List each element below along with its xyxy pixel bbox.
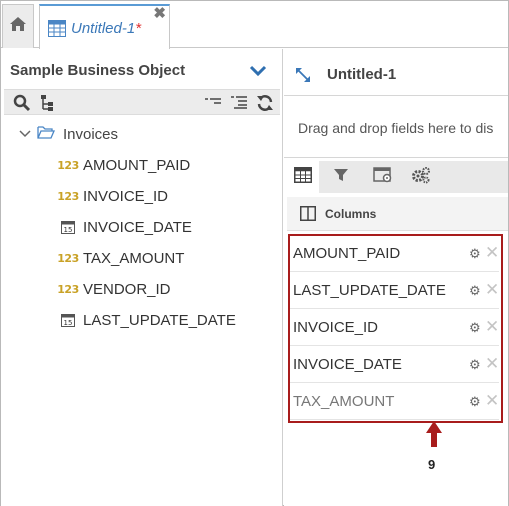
field-vendor-id[interactable]: 123 VENDOR_ID — [57, 279, 171, 299]
data-source-panel: Sample Business Object Invoices 123 AMOU… — [1, 49, 283, 506]
columns-section-header: Columns — [287, 197, 508, 231]
number-type-glyph: 123 — [57, 189, 79, 203]
divider — [284, 95, 508, 96]
column-name: INVOICE_ID — [293, 319, 379, 336]
tree-view-icon[interactable] — [39, 94, 55, 117]
filter-icon — [333, 167, 349, 188]
collapse-all-icon[interactable] — [204, 96, 222, 114]
field-tax-amount[interactable]: 123 TAX_AMOUNT — [57, 248, 185, 268]
home-tab[interactable] — [2, 4, 34, 48]
field-invoice-id[interactable]: 123 INVOICE_ID — [57, 186, 169, 206]
column-row[interactable]: LAST_UPDATE_DATE ⚙ ✕ — [289, 272, 499, 309]
gear-icon[interactable]: ⚙ — [469, 358, 481, 371]
remove-column-icon[interactable]: ✕ — [485, 355, 499, 372]
tab-title: Untitled-1* — [71, 20, 141, 37]
tree-node-invoices[interactable]: Invoices — [19, 124, 118, 144]
layout-tabs — [287, 161, 508, 193]
column-name: LAST_UPDATE_DATE — [293, 282, 446, 299]
gear-icon[interactable]: ⚙ — [469, 284, 481, 297]
gear-icon[interactable]: ⚙ — [469, 247, 481, 260]
chevron-down-icon[interactable] — [249, 64, 267, 82]
settings-window-icon — [373, 166, 393, 188]
report-title: Untitled-1 — [327, 66, 397, 83]
field-label: TAX_AMOUNT — [83, 249, 185, 267]
tab-filter[interactable] — [325, 161, 357, 193]
number-type-glyph: 123 — [57, 282, 79, 296]
drop-zone-hint: Drag and drop fields here to dis — [298, 120, 494, 136]
calendar-icon: 15 — [59, 313, 77, 327]
modified-indicator: * — [135, 20, 142, 37]
tab-untitled-1[interactable]: Untitled-1* ✖ — [39, 4, 170, 49]
remove-column-icon[interactable]: ✕ — [485, 318, 499, 335]
tab-strip: Untitled-1* ✖ — [1, 1, 508, 49]
number-type-glyph: 123 — [57, 251, 79, 265]
column-name: TAX_AMOUNT — [293, 393, 395, 410]
panel-toolbar — [4, 89, 280, 115]
number-type-icon: 123 — [57, 282, 79, 296]
tab-title-text: Untitled-1 — [71, 20, 136, 37]
chevron-down-icon[interactable] — [19, 125, 33, 143]
tree-node-label: Invoices — [63, 125, 119, 143]
field-last-update-date[interactable]: 15 LAST_UPDATE_DATE — [59, 310, 236, 330]
gear-icon[interactable]: ⚙ — [469, 321, 481, 334]
table-icon — [294, 166, 312, 188]
close-tab-icon[interactable]: ✖ — [153, 6, 166, 21]
calendar-icon: 15 — [59, 220, 77, 234]
column-row[interactable]: AMOUNT_PAID ⚙ ✕ — [289, 235, 499, 272]
column-name: INVOICE_DATE — [293, 356, 402, 373]
field-label: AMOUNT_PAID — [83, 156, 191, 174]
divider — [284, 157, 508, 158]
date-type-glyph: 15 — [64, 319, 73, 327]
refresh-icon[interactable] — [256, 94, 274, 117]
tab-table[interactable] — [287, 161, 319, 193]
field-invoice-date[interactable]: 15 INVOICE_DATE — [59, 217, 192, 237]
field-label: INVOICE_DATE — [83, 218, 192, 236]
column-row[interactable]: INVOICE_ID ⚙ ✕ — [289, 309, 499, 346]
field-amount-paid[interactable]: 123 AMOUNT_PAID — [57, 155, 191, 175]
tab-properties[interactable] — [367, 161, 399, 193]
expand-icon[interactable] — [294, 66, 312, 89]
number-type-icon: 123 — [57, 158, 79, 172]
report-panel: Untitled-1 Drag and drop fields here to … — [284, 49, 508, 506]
column-row[interactable]: INVOICE_DATE ⚙ ✕ — [289, 346, 499, 383]
field-label: INVOICE_ID — [83, 187, 169, 205]
search-icon[interactable] — [13, 94, 31, 117]
number-type-icon: 123 — [57, 251, 79, 265]
business-object-title: Sample Business Object — [10, 62, 186, 79]
column-name: AMOUNT_PAID — [293, 245, 401, 262]
home-icon — [9, 16, 27, 37]
tab-advanced[interactable] — [405, 161, 437, 193]
expand-all-icon[interactable] — [230, 95, 248, 114]
columns-icon — [300, 206, 316, 226]
folder-open-icon — [37, 125, 55, 144]
gears-icon — [410, 166, 432, 189]
callout-arrow-icon — [423, 419, 445, 454]
column-row[interactable]: TAX_AMOUNT ⚙ ✕ — [289, 383, 499, 420]
remove-column-icon[interactable]: ✕ — [485, 281, 499, 298]
panel-header: Sample Business Object — [1, 62, 283, 82]
number-type-glyph: 123 — [57, 158, 79, 172]
columns-label: Columns — [325, 207, 377, 221]
gear-icon[interactable]: ⚙ — [469, 395, 481, 408]
report-grid-icon — [48, 20, 66, 42]
field-label: LAST_UPDATE_DATE — [83, 311, 236, 329]
remove-column-icon[interactable]: ✕ — [485, 392, 499, 409]
callout-number: 9 — [428, 457, 436, 472]
field-label: VENDOR_ID — [83, 280, 171, 298]
app-window: Untitled-1* ✖ Sample Business Object Inv… — [0, 0, 509, 506]
date-type-glyph: 15 — [64, 226, 73, 234]
remove-column-icon[interactable]: ✕ — [485, 244, 499, 261]
number-type-icon: 123 — [57, 189, 79, 203]
